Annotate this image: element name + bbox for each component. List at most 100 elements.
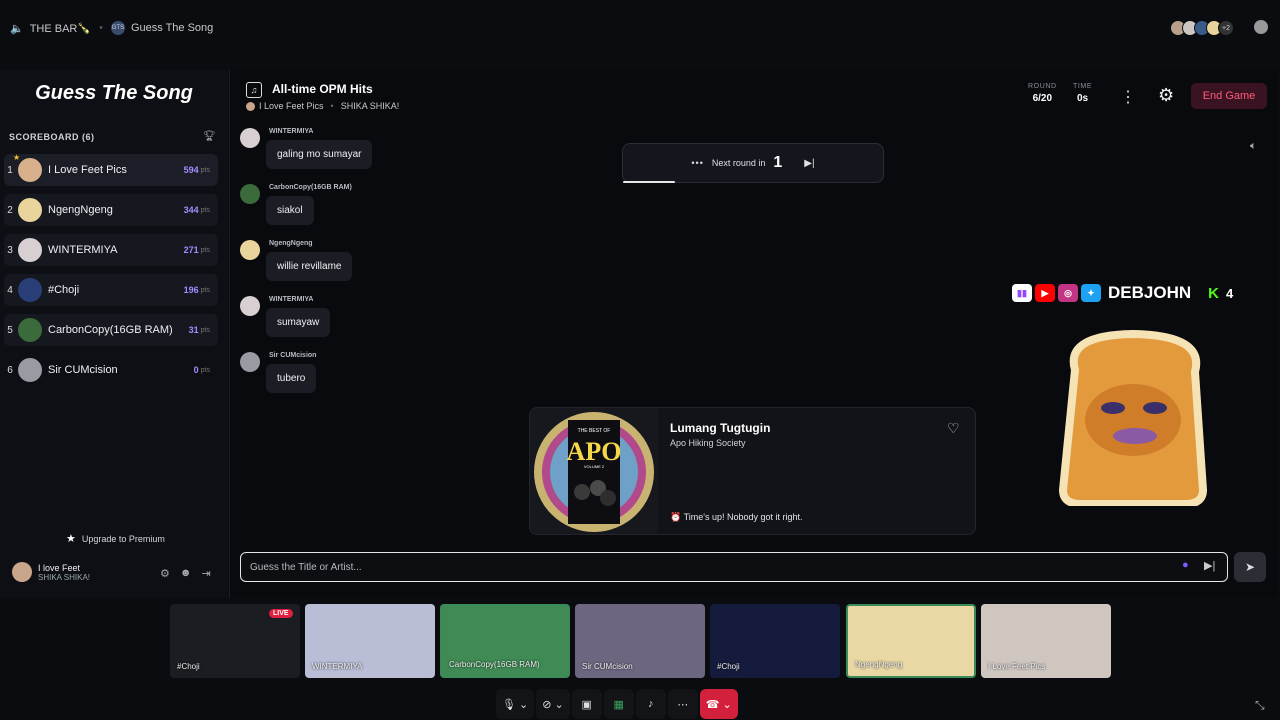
rank-number: 6 [7,364,13,376]
video-tile[interactable]: Sir CUMcision [575,604,705,678]
crown-icon: ★ [13,153,21,162]
video-tile[interactable]: I Love Feet Pics [981,604,1111,678]
soundboard-icon: ♪ [648,698,654,710]
player-name: #Choji [48,284,80,296]
result-message: ⏰ Time's up! Nobody got it right. [670,512,803,523]
streamer-overlay: ▮▮ ▶ ◎ ✦ DEBJOHN K 4 [1012,283,1233,303]
activity-badge: GTS [110,21,125,35]
player-name: Sir CUMcision [48,364,118,376]
player-name: CarbonCopy(16GB RAM) [48,324,173,336]
upgrade-label: Upgrade to Premium [81,533,165,544]
playlist-title: All-time OPM Hits [272,82,373,96]
exit-icon[interactable]: ⇥ [201,567,210,580]
avatar [18,238,42,262]
camera-button[interactable]: ⊘ ⌄ [536,689,570,719]
chat-text: willie revillame [266,252,353,281]
soundboard-button[interactable]: ♪ [635,689,666,719]
avatar [240,296,260,316]
disconnect-button[interactable]: ☎ ⌄ [699,689,738,719]
playlist-icon: ♫ [246,82,262,98]
scoreboard-header: SCOREBOARD (6) [9,132,95,142]
video-tile-label: Sir CUMcision [582,662,633,671]
guess-input[interactable] [240,552,1228,582]
end-game-button[interactable]: End Game [1191,83,1267,109]
next-round-label: Next round in [711,158,766,168]
scoreboard-row[interactable]: 4 #Choji 196 pts [4,274,218,306]
chat-author: WINTERMIYA [269,296,314,303]
rank-number: 3 [7,244,13,256]
avatar [18,158,42,182]
current-user-status: SHIKA SHIKA! [38,572,91,582]
video-tile[interactable]: NgengNgeng [846,604,976,678]
volume-icon[interactable]: 🔈︎ [1250,140,1257,153]
avatar [240,352,260,372]
twitter-icon: ✦ [1081,284,1101,302]
server-name[interactable]: THE BAR🍾 [30,22,91,35]
pts-label: pts [200,366,210,374]
skip-song-icon[interactable]: ▶︎| [1204,559,1215,572]
heart-icon[interactable]: ♡ [947,420,960,437]
player-points: 594 [183,165,199,175]
participant-avatars[interactable]: +2 [1170,20,1234,36]
avatar [12,562,32,582]
scoreboard-row[interactable]: 5 CarbonCopy(16GB RAM) 31 pts [4,314,218,346]
user-tools: ⚙ ☻ ⇥ [160,567,211,580]
current-user-name: I love Feet [38,562,81,573]
video-tile-label: WINTERMIYA [312,662,363,671]
round-stat: ROUND 6/20 [1028,83,1057,104]
send-button[interactable]: ➤ [1234,552,1266,582]
hint-icon[interactable]: ● [1182,559,1189,571]
video-tile[interactable]: WINTERMIYA [305,604,435,678]
scoreboard-row[interactable]: 3 WINTERMIYA 271 pts [4,234,218,266]
avatar [240,240,260,260]
video-tile[interactable]: #Choji [710,604,840,678]
video-tile-label: NgengNgeng [855,660,903,669]
chat-author: Sir CUMcision [269,352,317,359]
emoji-icon[interactable]: ☻ [180,567,192,580]
call-controls: 🎙︎ ⌄ ⊘ ⌄ ▣ ▦ ♪ ⋯ ☎ ⌄ [496,689,738,719]
screen-share-button[interactable]: ▣ [571,689,602,719]
chat-bubble-icon[interactable] [1254,20,1268,34]
top-bar: 🔈 THE BAR🍾 • GTS Guess The Song +2 [0,0,1280,56]
game-title: Guess The Song [35,82,193,104]
youtube-icon: ▶ [1035,284,1055,302]
video-tile[interactable]: CarbonCopy(16GB RAM) [440,604,570,678]
player-points: 271 [183,245,199,255]
avatar [18,278,42,302]
microphone-button[interactable]: 🎙︎ ⌄ [496,689,535,719]
kick-count: 4 [1225,285,1234,301]
player-name: NgengNgeng [48,204,113,216]
activity-button[interactable]: ▦ [603,689,634,719]
scoreboard-panel: Guess The Song SCOREBOARD (6) 🏆︎ 1 I Lov… [0,70,228,598]
skip-icon[interactable]: ▶︎| [804,158,814,169]
alarm-clock-icon: ⏰ [670,512,682,522]
settings-icon[interactable]: ⚙ [160,567,170,580]
next-round-progress [623,181,676,183]
gear-icon[interactable]: ⚙ [1158,85,1174,106]
upgrade-premium-button[interactable]: ★ Upgrade to Premium [66,532,165,545]
more-button[interactable]: ⋯ [667,689,698,719]
scoreboard-row[interactable]: 1 I Love Feet Pics 594 pts [4,154,218,186]
more-options-icon[interactable]: ⋮ [1120,87,1136,107]
current-user[interactable]: I love Feet SHIKA SHIKA! [12,562,90,582]
time-value: 0s [1077,93,1089,104]
pts-label: pts [200,206,210,214]
player-name: I Love Feet Pics [48,164,127,176]
chat-author: CarbonCopy(16GB RAM) [269,184,352,191]
toast-character-image [1058,330,1208,506]
activity-name[interactable]: Guess The Song [131,22,213,34]
time-stat: TIME 0s [1073,83,1092,104]
video-tile-label: I Love Feet Pics [988,662,1046,671]
avatar [18,358,42,382]
host-line: I Love Feet Pics • SHIKA SHIKA! [246,101,399,111]
separator-dot: • [330,101,334,111]
instagram-icon: ◎ [1058,284,1078,302]
live-badge: LIVE [269,609,293,618]
scoreboard-row[interactable]: 6 Sir CUMcision 0 pts [4,354,218,386]
collapse-icon[interactable]: ⤡ [1255,698,1265,713]
player-points: 344 [183,205,199,215]
trophy-icon[interactable]: 🏆︎ [203,131,216,142]
result-text: Time's up! Nobody got it right. [683,512,803,522]
scoreboard-row[interactable]: 2 NgengNgeng 344 pts [4,194,218,226]
host-name: I Love Feet Pics [259,101,324,111]
